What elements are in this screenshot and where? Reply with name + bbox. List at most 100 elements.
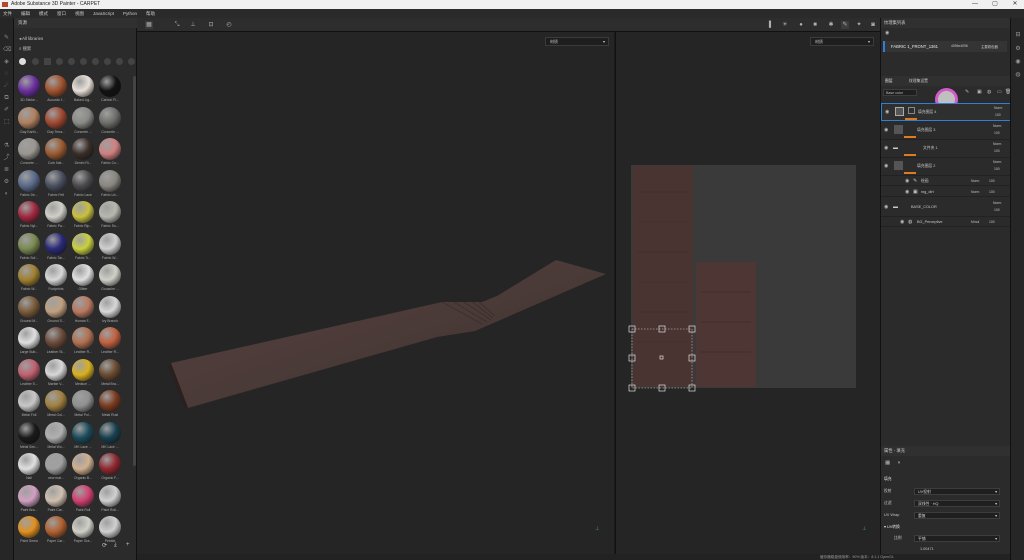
eye-icon[interactable]: ◉ <box>905 190 911 195</box>
menu-python[interactable]: Python <box>123 11 137 16</box>
material-thumbnail[interactable] <box>72 201 94 223</box>
filter-all-icon[interactable] <box>19 58 26 65</box>
material-thumbnail[interactable] <box>99 295 121 318</box>
material-thumbnail[interactable] <box>99 138 121 160</box>
add-folder-icon[interactable]: ▭ <box>997 89 1002 95</box>
effect-row[interactable]: ◉ ▣ mg_dirt Norm 100 <box>881 187 1011 197</box>
filter-generators-icon[interactable] <box>68 58 75 65</box>
material-thumbnail[interactable] <box>18 201 40 223</box>
material-thumbnail[interactable] <box>72 327 94 349</box>
menu-view[interactable]: 视图 <box>75 11 84 17</box>
viewport-3d[interactable]: 材质 ▾ ⊥ <box>137 32 614 554</box>
material-thumbnail[interactable] <box>99 358 121 381</box>
add-icon[interactable]: + <box>126 542 130 548</box>
layer-row[interactable]: ◉ 填充图层 3 Norm 100 <box>881 122 1011 140</box>
material-thumbnail[interactable] <box>45 295 67 318</box>
settings-icon[interactable]: ⚙ <box>1014 45 1022 53</box>
texture-set-item[interactable]: FABRIC 1_FRONT_1361 4096x4096 主要着色器 <box>883 41 1007 52</box>
material-thumbnail[interactable] <box>99 232 121 255</box>
material-thumbnail[interactable] <box>45 327 67 349</box>
projection-icon[interactable]: ◈ <box>3 59 10 66</box>
uv-transform-section[interactable]: ▾ UV转换 <box>884 523 1008 531</box>
material-thumbnail[interactable] <box>45 75 67 97</box>
material-thumbnail[interactable] <box>18 453 40 475</box>
add-fill-layer-icon[interactable]: ◍ <box>987 89 991 95</box>
clone-icon[interactable]: ⧉ <box>3 95 10 102</box>
align-icon[interactable]: ⊥ <box>189 21 197 29</box>
scale-mode-select[interactable]: 平铺 ▾ <box>914 535 1000 542</box>
material-thumbnail[interactable] <box>72 75 94 97</box>
camera-icon[interactable]: ◍ <box>1014 71 1022 79</box>
material-thumbnail[interactable] <box>18 232 40 255</box>
close-button[interactable]: ✕ <box>1008 0 1022 9</box>
display-settings-icon[interactable]: ⚙ <box>3 179 10 186</box>
eye-icon[interactable]: ◉ <box>884 146 890 151</box>
material-thumbnail[interactable] <box>45 484 67 507</box>
smudge-icon[interactable]: ☄ <box>3 83 10 90</box>
eye-icon[interactable]: ◉ <box>900 220 906 225</box>
menu-javascript[interactable]: JavaScript <box>93 11 114 16</box>
material-thumbnail[interactable] <box>18 327 40 349</box>
material-thumbnail[interactable] <box>99 453 121 475</box>
selection-icon[interactable]: ⬚ <box>3 119 10 126</box>
material-thumbnail[interactable] <box>99 201 121 223</box>
material-thumbnail[interactable] <box>99 106 121 129</box>
camera-settings-icon[interactable]: ● <box>797 21 805 29</box>
split-view-icon[interactable]: ▐ <box>765 21 773 29</box>
material-thumbnail[interactable] <box>45 232 67 255</box>
filter-filters-icon[interactable] <box>116 58 123 65</box>
fill-properties-icon[interactable]: ▦ <box>885 460 890 466</box>
material-thumbnail[interactable] <box>72 138 94 160</box>
material-thumbnail[interactable] <box>99 421 121 444</box>
history-icon[interactable]: ◴ <box>225 21 233 29</box>
menu-mode[interactable]: 模式 <box>39 11 48 17</box>
tab-layers[interactable]: 图层 <box>885 79 893 84</box>
material-thumbnail[interactable] <box>18 516 40 538</box>
material-thumbnail[interactable] <box>45 264 67 286</box>
eye-icon[interactable]: ◉ <box>905 179 911 184</box>
scale-value-row[interactable]: 1.00471 <box>884 545 1008 553</box>
material-thumbnail[interactable] <box>72 390 94 412</box>
material-thumbnail[interactable] <box>45 106 67 129</box>
menu-window[interactable]: 窗口 <box>57 11 66 17</box>
material-thumbnail[interactable] <box>72 358 94 381</box>
layers-icon[interactable]: ≣ <box>3 167 10 174</box>
library-path[interactable]: ◂ All libraries <box>19 36 43 42</box>
material-thumbnail[interactable] <box>45 138 67 160</box>
shader-icon[interactable]: ◐ <box>3 191 10 198</box>
effect-row[interactable]: ◉ ✎ 绘画 Norm 100 <box>881 176 1011 186</box>
bake-icon[interactable]: ⚗ <box>3 143 10 150</box>
asset-search[interactable]: ⌕ 搜索 <box>19 46 31 52</box>
menu-help[interactable]: 帮助 <box>146 11 155 17</box>
uv-wrap-select[interactable]: 重复 ▾ <box>914 512 1000 519</box>
eraser-icon[interactable]: ⌫ <box>3 47 11 54</box>
shelf-scrollbar[interactable] <box>133 76 136 466</box>
material-thumbnail[interactable] <box>99 327 121 349</box>
material-thumbnail[interactable] <box>18 295 40 318</box>
material-thumbnail[interactable] <box>18 390 40 412</box>
material-thumbnail[interactable] <box>99 169 121 192</box>
material-thumbnail[interactable] <box>45 358 67 381</box>
material-thumbnail[interactable] <box>45 453 67 475</box>
snap-icon[interactable]: ⤡ <box>173 21 181 29</box>
frame-icon[interactable]: ⊡ <box>207 21 215 29</box>
material-thumbnail[interactable] <box>72 232 94 255</box>
eye-icon[interactable]: ◉ <box>885 30 889 36</box>
material-thumbnail[interactable] <box>18 138 40 160</box>
layer-folder-row[interactable]: ◉ ▬ 文件夹 1 Norm 100 <box>881 140 1011 158</box>
channel-select[interactable]: Base color <box>883 89 917 96</box>
material-thumbnail[interactable] <box>99 75 121 97</box>
material-thumbnail[interactable] <box>45 390 67 412</box>
menu-file[interactable]: 文件 <box>3 11 12 17</box>
material-thumbnail[interactable] <box>72 516 94 538</box>
eye-icon[interactable]: ◉ <box>884 164 890 169</box>
filter-environments-icon[interactable] <box>104 58 111 65</box>
filter-presets-icon[interactable] <box>128 58 135 65</box>
effects-icon[interactable]: ✦ <box>855 21 863 29</box>
refresh-icon[interactable]: ⟳ <box>102 542 107 549</box>
display-icon[interactable]: ◉ <box>1014 58 1022 66</box>
material-thumbnail[interactable] <box>18 169 40 192</box>
import-icon[interactable]: ⤓ <box>114 542 117 549</box>
material-properties-icon[interactable]: ◑ <box>897 460 900 466</box>
filtering-select[interactable]: 双线性 · HQ ▾ <box>914 500 1000 507</box>
